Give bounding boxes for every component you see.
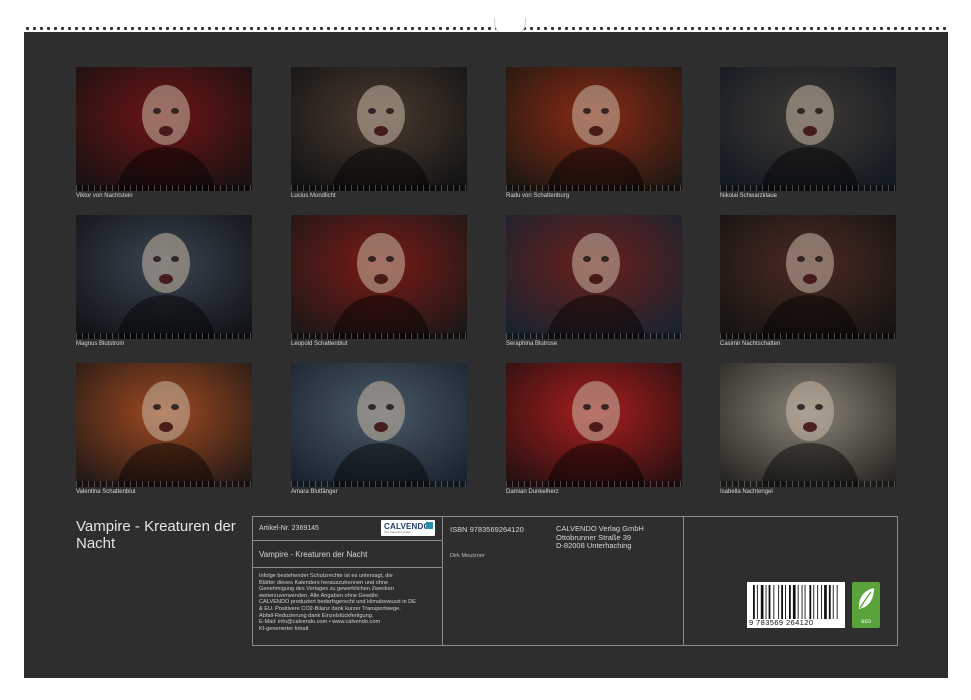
vampire-portrait-image: [720, 215, 896, 339]
vampire-portrait-image: [506, 215, 682, 339]
thumbnail: Isabella Nachtengel: [720, 363, 896, 504]
thumbnail: Seraphina Blutrose: [506, 215, 682, 356]
leaf-icon: [858, 588, 874, 609]
vampire-portrait-image: [291, 363, 467, 487]
thumbnail: Valentina Schattenblut: [76, 363, 252, 504]
thumbnail-caption: Casimir Nachtschatten: [720, 341, 781, 347]
thumbnail-caption: Nikolai Schwarzklaue: [720, 193, 778, 199]
thumbnail-caption: Magnus Blutstrom: [76, 341, 125, 347]
vampire-portrait-image: [720, 67, 896, 191]
thumbnail: Casimir Nachtschatten: [720, 215, 896, 356]
eco-badge: eco: [852, 582, 880, 628]
thumbnail-caption: Damian Dunkelherz: [506, 489, 559, 495]
thumbnail: Nikolai Schwarzklaue: [720, 67, 896, 208]
thumbnail: Magnus Blutstrom: [76, 215, 252, 356]
thumbnail: Lucius Mondlicht: [291, 67, 467, 208]
logo-tagline: Ihre Kalendervielfalt: [384, 530, 411, 534]
calendar-subtitle: Vampire - Kreaturen der Nacht: [259, 550, 368, 559]
vampire-portrait-image: [76, 363, 252, 487]
info-divider: [253, 540, 442, 541]
calendar-date-strip: [720, 185, 896, 191]
calendar-back-page: Viktor von Nachtstein Lucius Mondlicht Rad…: [24, 32, 948, 678]
calendar-date-strip: [76, 185, 252, 191]
calendar-date-strip: [291, 333, 467, 339]
vampire-portrait-image: [506, 67, 682, 191]
thumbnail: Leopold Schattenblut: [291, 215, 467, 356]
thumbnail-caption: Seraphina Blutrose: [506, 341, 558, 347]
thumbnail: Viktor von Nachtstein: [76, 67, 252, 208]
vampire-portrait-image: [291, 67, 467, 191]
vampire-portrait-image: [291, 215, 467, 339]
calendar-date-strip: [506, 333, 682, 339]
vampire-portrait-image: [76, 215, 252, 339]
barcode-digits: 9 783569 264120: [749, 618, 814, 627]
calendar-date-strip: [506, 481, 682, 487]
thumbnail: Radu von Schattenburg: [506, 67, 682, 208]
thumbnail-caption: Amara Blutfänger: [291, 489, 338, 495]
binding-holes: [24, 26, 948, 31]
thumbnail-caption: Valentina Schattenblut: [76, 489, 136, 495]
calendar-date-strip: [76, 481, 252, 487]
thumbnail-caption: Viktor von Nachtstein: [76, 193, 133, 199]
vampire-portrait-image: [76, 67, 252, 191]
calendar-title: Vampire - Kreaturen der Nacht: [76, 518, 236, 552]
author: Dirk Meutzner: [450, 553, 485, 559]
vampire-portrait-image: [506, 363, 682, 487]
calendar-date-strip: [506, 185, 682, 191]
thumbnail-caption: Isabella Nachtengel: [720, 489, 773, 495]
calvendo-logo: CALVENDO Ihre Kalendervielfalt: [381, 520, 435, 536]
barcode: 9 783569 264120: [747, 582, 845, 628]
info-divider: [442, 517, 443, 645]
calendar-date-strip: [720, 333, 896, 339]
eco-label: eco: [861, 619, 871, 625]
logo-mark-icon: [426, 522, 433, 529]
isbn: ISBN 9783569264120: [450, 525, 524, 534]
info-box: Artikel-Nr. 2369145 CALVENDO Ihre Kalend…: [252, 516, 898, 646]
calendar-date-strip: [291, 185, 467, 191]
thumbnail-caption: Radu von Schattenburg: [506, 193, 570, 199]
barcode-bars-icon: [753, 585, 838, 619]
legal-notice: Infolge bestehender Schutzrechte ist es …: [259, 573, 416, 632]
calendar-date-strip: [720, 481, 896, 487]
thumbnail: Damian Dunkelherz: [506, 363, 682, 504]
publisher-address: CALVENDO Verlag GmbH Ottobrunner Straße …: [556, 524, 644, 550]
calendar-date-strip: [291, 481, 467, 487]
info-divider: [683, 517, 684, 645]
thumbnail-caption: Lucius Mondlicht: [291, 193, 336, 199]
thumbnail-caption: Leopold Schattenblut: [291, 341, 348, 347]
vampire-portrait-image: [720, 363, 896, 487]
info-divider: [253, 567, 442, 568]
article-number: Artikel-Nr. 2369145: [259, 525, 319, 532]
thumbnail: Amara Blutfänger: [291, 363, 467, 504]
calendar-date-strip: [76, 333, 252, 339]
